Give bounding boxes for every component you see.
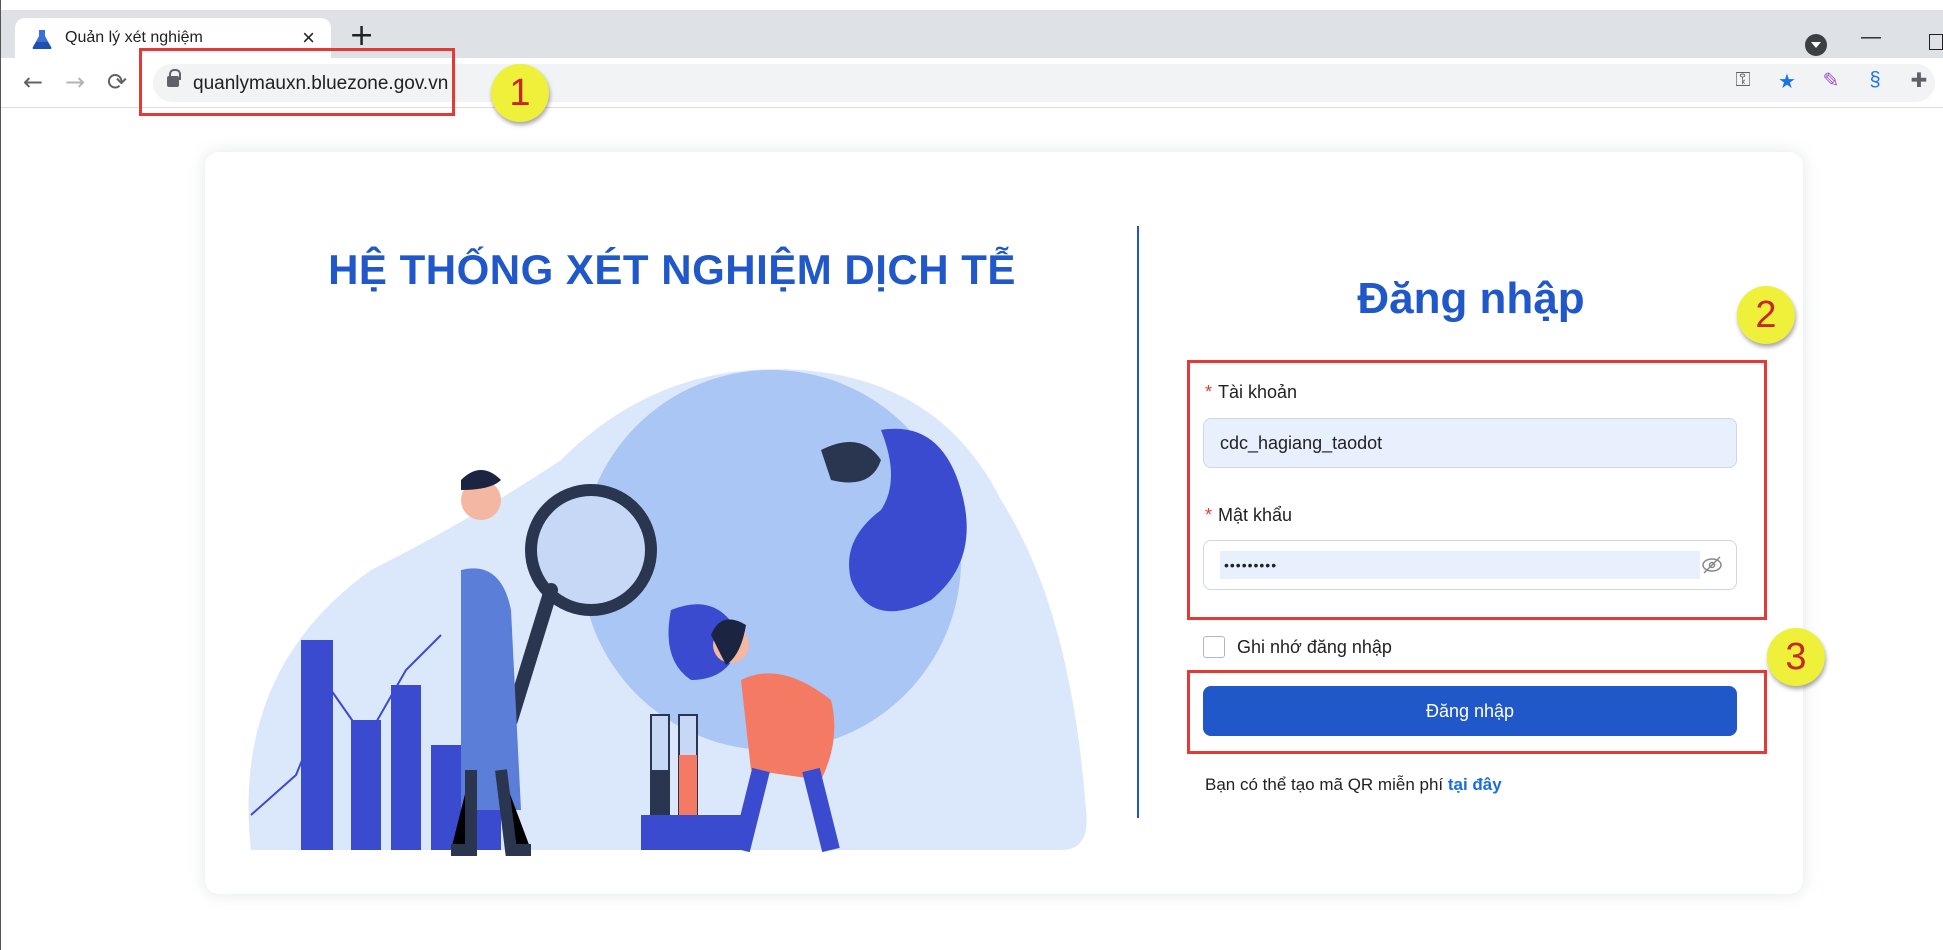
- login-title: Đăng nhập: [1357, 274, 1585, 323]
- page: Quản lý xét nghiệm × + — ← → ⟳ quanlymau…: [0, 0, 1943, 950]
- tab-title: Quản lý xét nghiệm: [65, 29, 203, 46]
- qr-hint-text: Bạn có thể tạo mã QR miễn phí: [1205, 775, 1444, 794]
- annotation-box-3: [1187, 670, 1767, 754]
- tab-search-button[interactable]: [1805, 34, 1827, 56]
- back-arrow-icon[interactable]: ←: [23, 68, 43, 96]
- annotation-badge-2: 2: [1737, 286, 1795, 344]
- qr-link[interactable]: tại đây: [1448, 775, 1502, 794]
- annotation-box-2: [1187, 360, 1767, 620]
- bluezone-extension-icon[interactable]: §: [1864, 69, 1886, 92]
- qr-hint: Bạn có thể tạo mã QR miễn phí tại đây: [1205, 775, 1502, 795]
- lab-illustration: [248, 369, 1087, 856]
- annotation-box-1: [139, 48, 455, 116]
- puzzle-icon[interactable]: ✚: [1908, 68, 1930, 93]
- annotation-badge-1: 1: [491, 64, 549, 122]
- maximize-button[interactable]: [1929, 34, 1943, 50]
- system-title: HỆ THỐNG XÉT NGHIỆM DỊCH TỄ: [328, 246, 1016, 293]
- remember-checkbox[interactable]: [1203, 636, 1225, 658]
- key-icon[interactable]: ⚿: [1732, 69, 1754, 92]
- reload-icon[interactable]: ⟳: [107, 68, 127, 96]
- flask-icon: [32, 30, 52, 49]
- remember-label: Ghi nhớ đăng nhập: [1237, 637, 1392, 657]
- forward-arrow-icon[interactable]: →: [65, 68, 85, 96]
- new-tab-button[interactable]: +: [349, 21, 374, 51]
- annotation-badge-3: 3: [1767, 628, 1825, 686]
- pen-extension-icon[interactable]: ✎: [1820, 68, 1842, 93]
- bookmark-star-icon[interactable]: ★: [1776, 69, 1798, 93]
- panel-divider: [1137, 226, 1139, 818]
- extension-icons: ⚿ ★ ✎ § ✚: [1732, 68, 1930, 93]
- minimize-button[interactable]: —: [1861, 26, 1881, 49]
